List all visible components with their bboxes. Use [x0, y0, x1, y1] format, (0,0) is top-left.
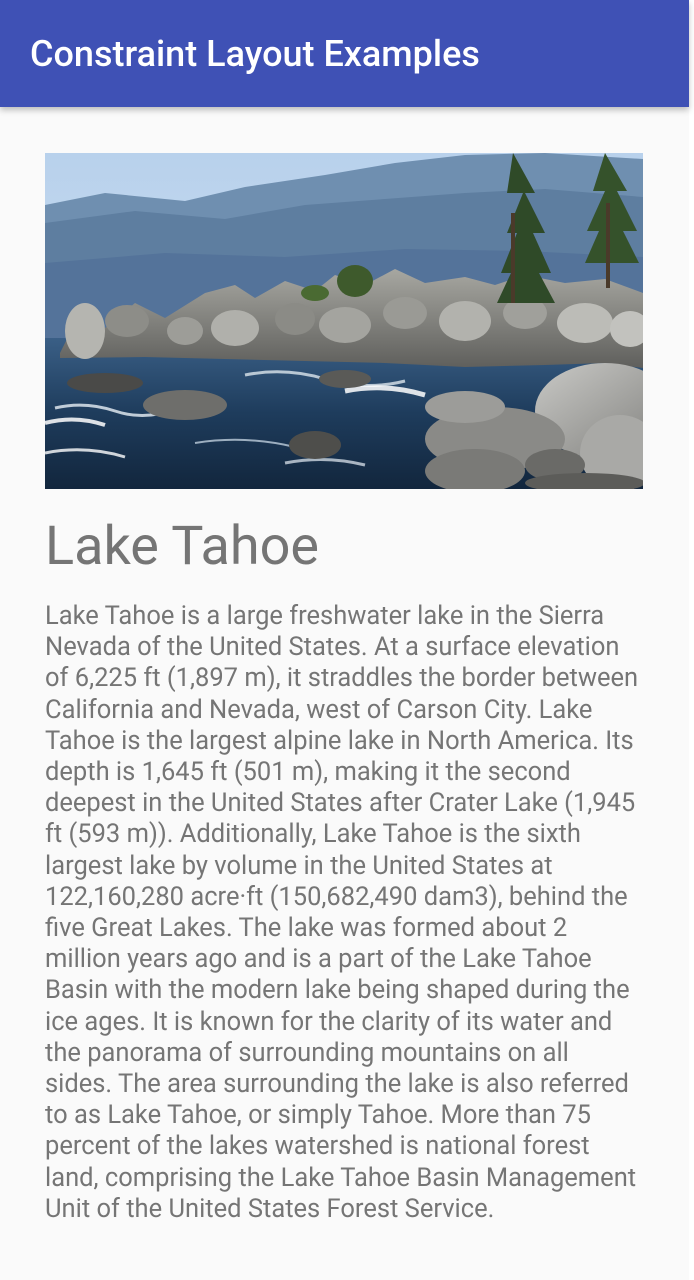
article-description: Lake Tahoe is a large freshwater lake in… [45, 601, 639, 1224]
app-bar: Constraint Layout Examples [0, 0, 689, 107]
app-title: Constraint Layout Examples [30, 33, 480, 75]
scroll-content[interactable]: Lake Tahoe Lake Tahoe is a large freshwa… [0, 107, 689, 1280]
screen-edge [689, 0, 694, 1280]
lake-tahoe-image [45, 153, 643, 489]
article-title: Lake Tahoe [45, 515, 320, 578]
